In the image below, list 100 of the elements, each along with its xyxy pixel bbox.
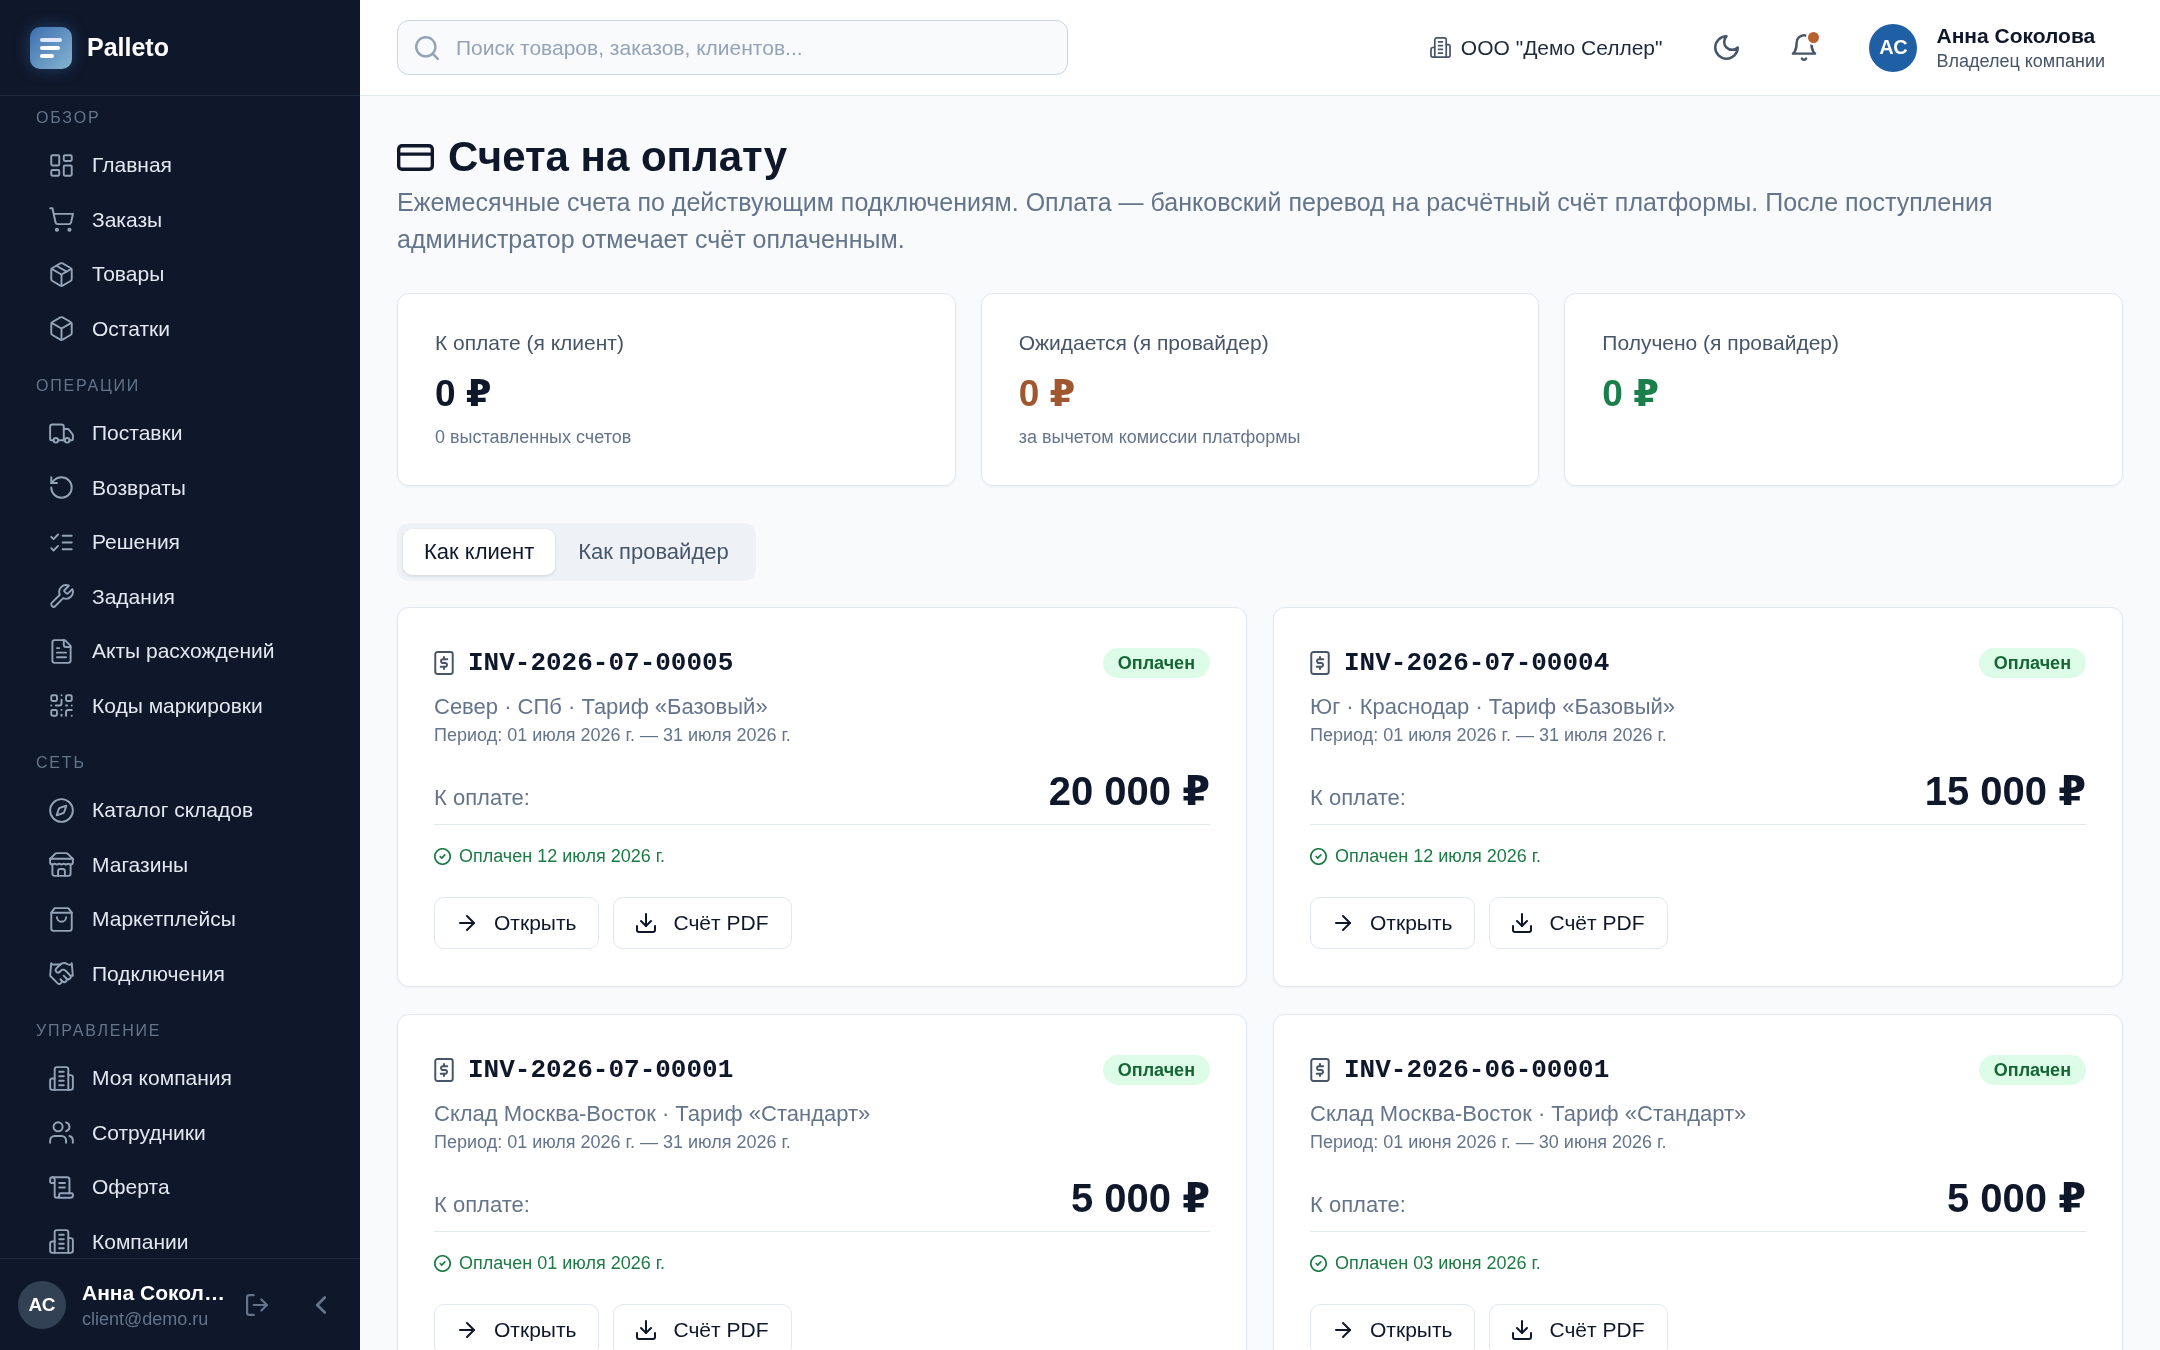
search-icon bbox=[415, 35, 439, 60]
sidebar-item[interactable]: Моя компания bbox=[18, 1051, 342, 1106]
sidebar-item[interactable]: Остатки bbox=[18, 301, 342, 356]
tab[interactable]: Как провайдер bbox=[557, 529, 750, 575]
compass-icon bbox=[49, 797, 74, 823]
sidebar-item[interactable]: Акты расхождений bbox=[18, 624, 342, 679]
amount-label: К оплате: bbox=[1310, 1192, 1406, 1218]
sidebar-item[interactable]: Оферта bbox=[18, 1160, 342, 1215]
users-icon bbox=[49, 1120, 74, 1146]
arrow-right-icon bbox=[457, 1320, 477, 1340]
stat-note: 0 выставленных счетов bbox=[435, 426, 633, 449]
download-button[interactable]: Счёт PDF bbox=[613, 897, 792, 949]
logout-icon[interactable] bbox=[246, 1293, 268, 1316]
stat-value: 0 ₽ bbox=[1602, 372, 1660, 416]
amount-value: 15 000 ₽ bbox=[1924, 768, 2086, 814]
sidebar-item[interactable]: Решения bbox=[18, 515, 342, 570]
building-icon bbox=[49, 1229, 74, 1255]
invoice-subtitle: Склад Москва-Восток · Тариф «Стандарт» bbox=[1310, 1100, 1748, 1128]
search-field[interactable]: Поиск товаров, заказов, клиентов... bbox=[397, 20, 1068, 75]
user-name: Анна Соколова bbox=[1936, 23, 2097, 49]
dollar-document-icon bbox=[1310, 1058, 1330, 1082]
open-button[interactable]: Открыть bbox=[1310, 897, 1476, 949]
section-label: ОПЕРАЦИИ bbox=[35, 376, 142, 396]
download-icon bbox=[636, 1320, 657, 1340]
invoice-number: INV-2026-06-00001 bbox=[1344, 1055, 1610, 1085]
tab[interactable]: Как клиент bbox=[403, 529, 556, 575]
amount-value: 5 000 ₽ bbox=[1070, 1175, 1210, 1221]
sidebar-item[interactable]: Поставки bbox=[18, 406, 342, 461]
sidebar-item[interactable]: Возвраты bbox=[18, 460, 342, 515]
open-button[interactable]: Открыть bbox=[434, 897, 600, 949]
arrow-right-icon bbox=[1333, 913, 1353, 933]
sidebar-item[interactable]: Товары bbox=[18, 247, 342, 302]
section-label: ОБЗОР bbox=[35, 108, 102, 128]
invoice-subtitle: Склад Москва-Восток · Тариф «Стандарт» bbox=[434, 1100, 872, 1128]
status-badge: Оплачен bbox=[1978, 648, 2086, 678]
status-badge: Оплачен bbox=[1102, 1055, 1210, 1085]
amount-label: К оплате: bbox=[434, 785, 530, 811]
dollar-document-icon bbox=[434, 651, 454, 675]
user-email: client@demo.ru bbox=[82, 1307, 210, 1331]
arrow-right-icon bbox=[1333, 1320, 1353, 1340]
amount-value: 20 000 ₽ bbox=[1048, 768, 1210, 814]
user-avatar[interactable]: АС bbox=[1869, 23, 1918, 72]
stat-value: 0 ₽ bbox=[1018, 372, 1077, 416]
sidebar-item[interactable]: Компании bbox=[18, 1214, 342, 1258]
building-icon bbox=[49, 1065, 74, 1091]
moon-icon[interactable] bbox=[1714, 35, 1740, 60]
stat-note: за вычетом комиссии платформы bbox=[1018, 426, 1302, 449]
stat-value: 0 ₽ bbox=[435, 372, 493, 416]
download-button[interactable]: Счёт PDF bbox=[1489, 1304, 1668, 1350]
invoice-number: INV-2026-07-00005 bbox=[468, 648, 734, 678]
handshake-icon bbox=[49, 961, 74, 987]
status-badge: Оплачен bbox=[1102, 648, 1210, 678]
chevron-left-icon[interactable] bbox=[316, 1295, 326, 1314]
sidebar-item[interactable]: Сотрудники bbox=[18, 1105, 342, 1160]
sidebar-item[interactable]: Маркетплейсы bbox=[18, 892, 342, 947]
building-icon bbox=[1429, 37, 1451, 58]
wrench-icon bbox=[49, 584, 74, 610]
company-switcher[interactable]: ООО "Демо Селлер" bbox=[1429, 35, 1663, 60]
store-icon bbox=[49, 852, 74, 878]
invoice-subtitle: Север · СПб · Тариф «Базовый» bbox=[434, 693, 769, 721]
bell-icon[interactable] bbox=[1791, 34, 1818, 61]
open-button[interactable]: Открыть bbox=[1310, 1304, 1476, 1350]
sidebar-item[interactable]: Каталог складов bbox=[18, 783, 342, 838]
package-icon bbox=[49, 261, 74, 287]
paid-note: Оплачен 12 июля 2026 г. bbox=[459, 845, 666, 868]
box-icon bbox=[49, 316, 74, 342]
sidebar-item[interactable]: Подключения bbox=[18, 946, 342, 1001]
download-icon bbox=[636, 913, 657, 933]
download-button[interactable]: Счёт PDF bbox=[613, 1304, 792, 1350]
open-button[interactable]: Открыть bbox=[434, 1304, 600, 1350]
credit-card-icon bbox=[397, 143, 434, 171]
page-description: Ежемесячные счета по действующим подключениям. Оплата — банковский перевод на расчётный счёт платформы. После поступления администратор отмечает счёт оплаченным. bbox=[397, 187, 1994, 255]
arrow-right-icon bbox=[457, 913, 477, 933]
stat-label: Ожидается (я провайдер) bbox=[1018, 330, 1270, 356]
invoice-subtitle: Юг · Краснодар · Тариф «Базовый» bbox=[1310, 693, 1677, 721]
invoice-period: Период: 01 июля 2026 г. — 31 июля 2026 г. bbox=[434, 1131, 792, 1154]
download-icon bbox=[1512, 913, 1533, 933]
page-title: Счета на оплату bbox=[448, 133, 787, 181]
dollar-document-icon bbox=[434, 1058, 454, 1082]
sidebar-item[interactable]: Заказы bbox=[18, 192, 342, 247]
dollar-document-icon bbox=[1310, 651, 1330, 675]
app-name: Palleto bbox=[87, 33, 169, 62]
paid-note: Оплачен 01 июля 2026 г. bbox=[459, 1252, 666, 1275]
sidebar-item[interactable]: Задания bbox=[18, 569, 342, 624]
user-name: Анна Сокол… bbox=[82, 1279, 226, 1306]
sidebar-item[interactable]: Главная bbox=[18, 138, 342, 193]
sidebar-item[interactable]: Магазины bbox=[18, 837, 342, 892]
invoice-period: Период: 01 июля 2026 г. — 31 июля 2026 г. bbox=[1310, 724, 1668, 747]
truck-icon bbox=[49, 420, 74, 446]
invoice-number: INV-2026-07-00004 bbox=[1344, 648, 1610, 678]
document-icon bbox=[49, 638, 74, 664]
circular-arrow-icon bbox=[49, 475, 74, 501]
user-role: Владелец компании bbox=[1936, 50, 2105, 73]
user-avatar: АС bbox=[18, 1280, 66, 1329]
scroll-icon bbox=[49, 1174, 74, 1200]
amount-label: К оплате: bbox=[434, 1192, 530, 1218]
sidebar-item[interactable]: Коды маркировки bbox=[18, 678, 342, 733]
download-button[interactable]: Счёт PDF bbox=[1489, 897, 1668, 949]
qr-code-icon bbox=[49, 693, 74, 719]
bag-icon bbox=[49, 906, 74, 932]
